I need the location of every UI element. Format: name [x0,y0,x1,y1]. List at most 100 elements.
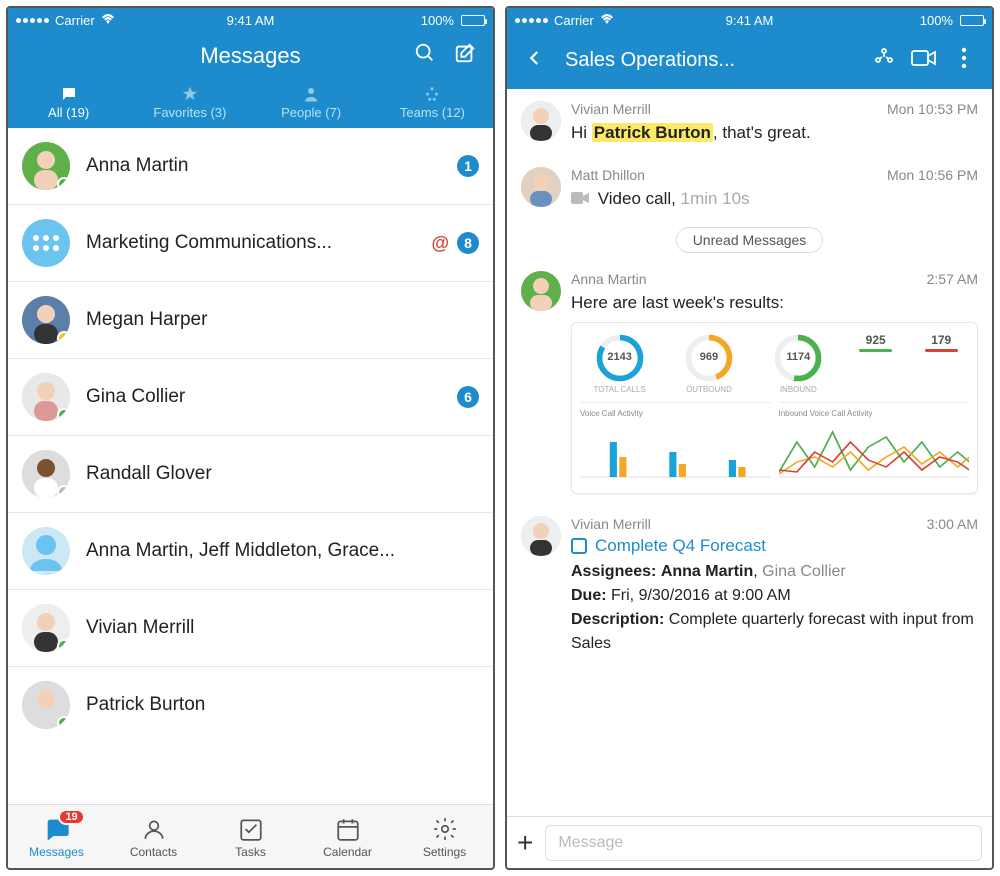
conversation-item[interactable]: Anna Martin 1 [8,128,493,205]
video-button[interactable] [910,48,938,73]
tab-contacts-label: Contacts [130,845,177,859]
conversation-item[interactable]: Randall Glover [8,436,493,513]
chevron-left-icon [526,49,544,67]
tab-favorites-label: Favorites (3) [153,105,226,120]
conversation-item[interactable]: Megan Harper [8,282,493,359]
tab-favorites[interactable]: Favorites (3) [129,79,250,128]
signal-dots-icon [16,18,49,23]
chat-messages[interactable]: Vivian Merrill Mon 10:53 PM Hi Patrick B… [507,89,992,816]
tab-contacts[interactable]: Contacts [105,805,202,868]
task-title[interactable]: Complete Q4 Forecast [571,536,978,556]
chat-title[interactable]: Sales Operations... [561,49,858,72]
conversation-item[interactable]: Gina Collier 6 [8,359,493,436]
chart-attachment[interactable]: 2143 TOTAL CALLS 969 OUTBOUND 1174 INBOU… [571,322,978,494]
conversation-name: Gina Collier [86,386,441,408]
clock: 9:41 AM [172,13,328,28]
chat-bubble-icon [60,85,78,103]
contacts-icon [140,815,168,843]
wifi-icon [600,12,614,28]
timestamp: Mon 10:56 PM [887,167,978,183]
status-bar: Carrier 9:41 AM 100% [507,8,992,32]
task-due: Due: Fri, 9/30/2016 at 9:00 AM [571,584,978,608]
avatar [521,101,561,141]
tab-messages-label: Messages [29,845,84,859]
tab-tasks[interactable]: Tasks [202,805,299,868]
calendar-icon [334,815,362,843]
carrier-label: Carrier [554,13,594,28]
message-text: Hi Patrick Burton, that's great. [571,121,978,145]
timestamp: Mon 10:53 PM [887,101,978,117]
avatar [22,681,70,729]
bottom-tabbar: 19 Messages Contacts Tasks Calendar [8,804,493,868]
conversation-item[interactable]: Vivian Merrill [8,590,493,667]
mention-icon: @ [431,233,449,254]
checkbox-icon[interactable] [571,538,587,554]
compose-button[interactable] [451,42,479,69]
avatar [521,167,561,207]
team-icon [423,85,441,103]
avatar [521,271,561,311]
unread-pill: Unread Messages [676,227,824,253]
subchart-voice-activity: Voice Call Activity [580,402,771,487]
tab-teams[interactable]: Teams (12) [372,79,493,128]
carrier-label: Carrier [55,13,95,28]
messages-header: Messages [8,32,493,79]
wifi-icon [101,12,115,28]
conversation-item[interactable]: Anna Martin, Jeff Middleton, Grace... [8,513,493,590]
donut-outbound: 969 OUTBOUND [669,333,748,394]
star-icon [181,85,199,103]
task-assignees: Assignees: Anna Martin, Gina Collier [571,560,978,584]
video-icon [911,48,937,68]
phone-messages-list: Carrier 9:41 AM 100% Messages All (19) F… [6,6,495,870]
tab-people[interactable]: People (7) [251,79,372,128]
message-item: Vivian Merrill 3:00 AM Complete Q4 Forec… [507,504,992,666]
back-button[interactable] [521,49,549,72]
attach-button[interactable]: + [517,827,533,859]
battery-icon [960,15,984,26]
more-vertical-icon [961,47,967,69]
team-avatar [22,219,70,267]
conference-icon [872,46,896,70]
filter-tabs: All (19) Favorites (3) People (7) Teams … [8,79,493,128]
mention: Patrick Burton [592,123,713,142]
clock: 9:41 AM [671,13,827,28]
tab-calendar[interactable]: Calendar [299,805,396,868]
videocam-icon [571,189,594,208]
avatar [22,142,70,190]
more-button[interactable] [950,47,978,75]
subchart-inbound-activity: Inbound Voice Call Activity [779,402,970,487]
message-item: Vivian Merrill Mon 10:53 PM Hi Patrick B… [507,89,992,155]
search-icon [414,42,436,64]
tab-all[interactable]: All (19) [8,79,129,128]
presence-indicator [57,408,70,421]
silhouette-icon [22,527,70,575]
donut-inbound: 1174 INBOUND [759,333,838,394]
call-button[interactable] [870,46,898,75]
presence-indicator [57,177,70,190]
avatar [22,450,70,498]
chat-header: Sales Operations... [507,32,992,89]
conversation-name: Anna Martin [86,155,441,177]
conversation-name: Vivian Merrill [86,617,479,639]
tab-messages[interactable]: 19 Messages [8,805,105,868]
tab-people-label: People (7) [281,105,341,120]
timestamp: 3:00 AM [927,516,978,532]
presence-indicator [57,485,70,498]
compose-icon [454,42,476,64]
group-avatar [22,527,70,575]
presence-indicator [57,716,70,729]
tab-teams-label: Teams (12) [400,105,465,120]
sender-name: Vivian Merrill [571,101,651,117]
unread-badge: 6 [457,386,479,408]
search-button[interactable] [411,42,439,69]
task-description: Description: Complete quarterly forecast… [571,608,978,656]
message-item: Anna Martin 2:57 AM Here are last week's… [507,259,992,505]
conversation-item[interactable]: Marketing Communications... @ 8 [8,205,493,282]
conversation-item[interactable]: Patrick Burton [8,667,493,743]
tab-tasks-label: Tasks [235,845,266,859]
tab-settings-label: Settings [423,845,466,859]
message-input[interactable] [545,825,982,861]
tab-settings[interactable]: Settings [396,805,493,868]
unread-badge: 1 [457,155,479,177]
presence-indicator [57,331,70,344]
